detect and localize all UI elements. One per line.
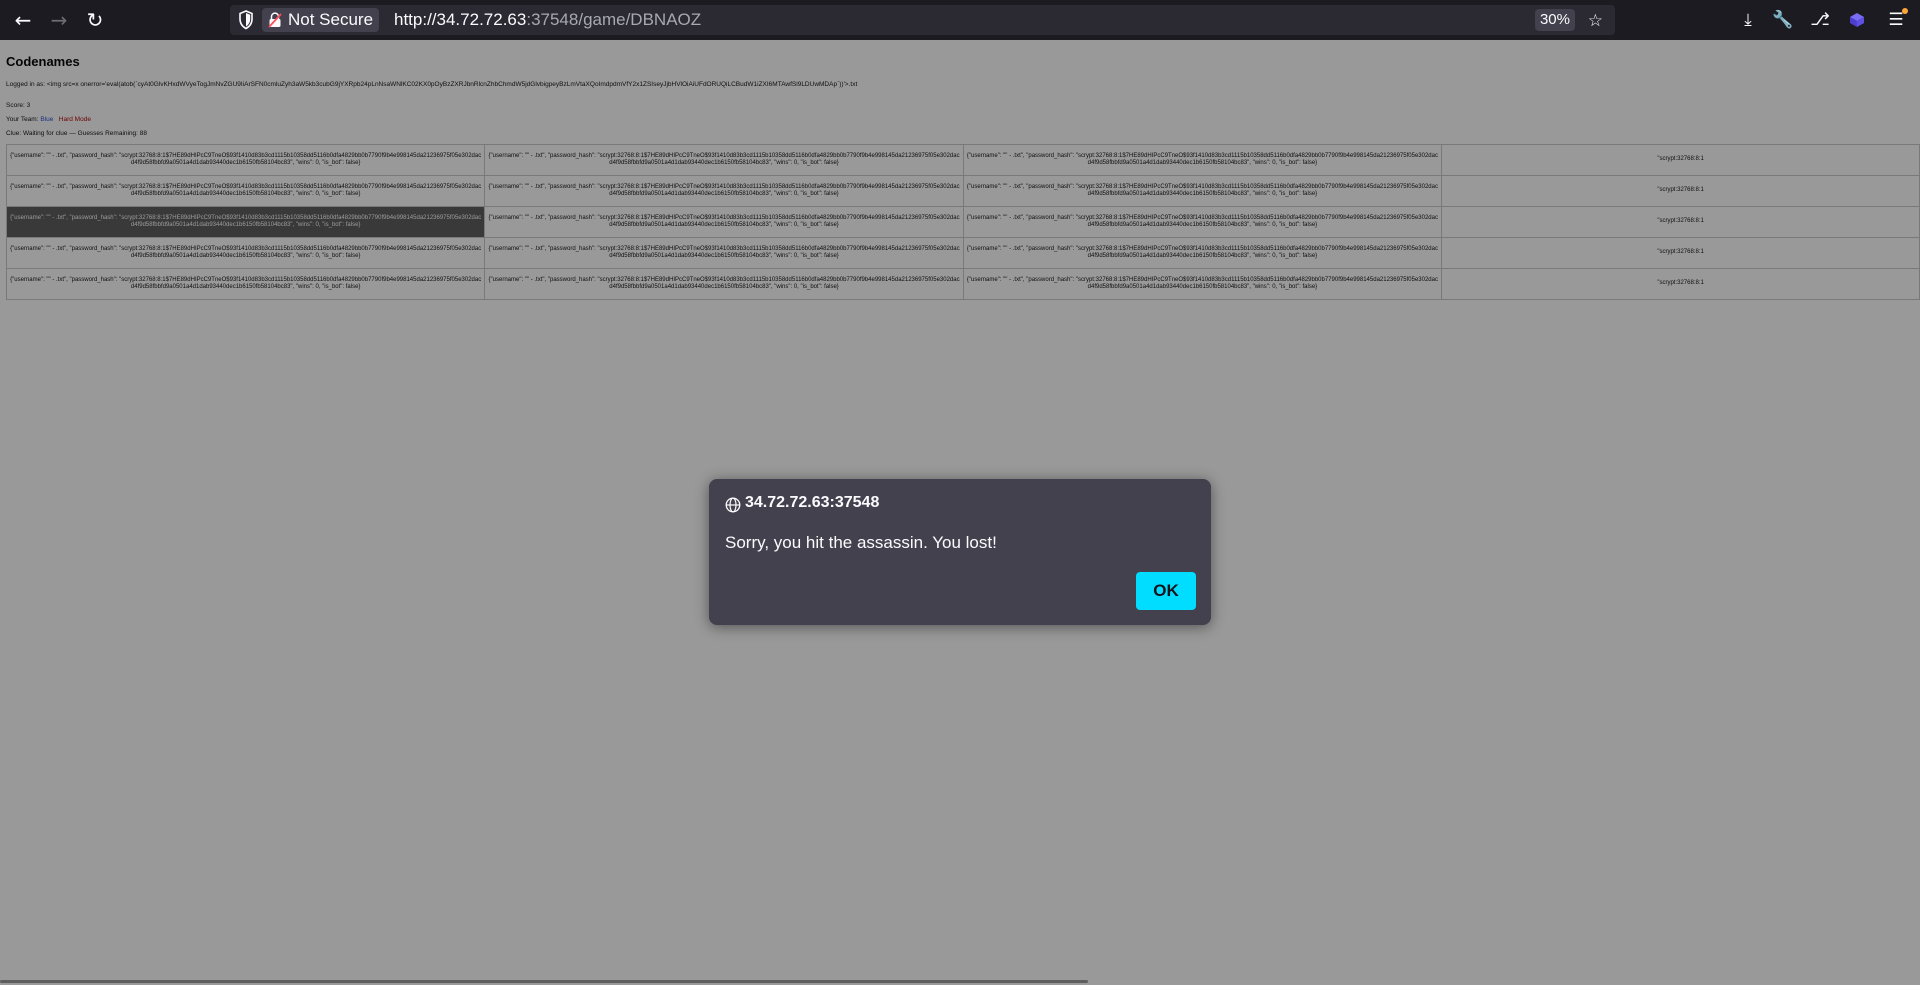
globe-icon	[725, 497, 741, 513]
extensions-icon[interactable]: ⎇	[1808, 8, 1832, 32]
address-bar[interactable]: Not Secure http://34.72.72.63:37548/game…	[230, 5, 1615, 35]
menu-hamburger-icon[interactable]: ☰	[1884, 8, 1908, 32]
zoom-indicator[interactable]: 30%	[1534, 9, 1575, 31]
security-label: Not Secure	[288, 10, 374, 29]
not-secure-badge[interactable]: Not Secure	[262, 8, 380, 32]
dialog-message: Sorry, you hit the assassin. You lost!	[725, 533, 997, 552]
forward-arrow-icon[interactable]: →	[47, 8, 71, 32]
reload-icon[interactable]: ↻	[83, 8, 107, 32]
shield-icon[interactable]	[238, 10, 254, 30]
url-path: :37548/game/DBNAOZ	[526, 10, 702, 29]
back-arrow-icon[interactable]: ←	[11, 8, 35, 32]
alert-dialog: 34.72.72.63:37548 Sorry, you hit the ass…	[709, 479, 1211, 625]
insecure-lock-icon	[268, 12, 282, 28]
update-badge	[1902, 8, 1908, 14]
url-text[interactable]: http://34.72.72.63:37548/game/DBNAOZ	[394, 8, 701, 32]
url-host: http://34.72.72.63	[394, 10, 527, 29]
browser-toolbar: ← → ↻ Not Secure http://34.72.72.63:3754…	[0, 0, 1920, 40]
bookmark-star-icon[interactable]: ☆	[1588, 11, 1603, 31]
dialog-origin: 34.72.72.63:37548	[745, 494, 880, 511]
extension-cube-icon[interactable]	[1845, 8, 1869, 32]
wrench-icon[interactable]: 🔧	[1771, 8, 1795, 32]
modal-backdrop: 34.72.72.63:37548 Sorry, you hit the ass…	[0, 40, 1920, 985]
ok-button[interactable]: OK	[1136, 572, 1196, 610]
download-icon[interactable]: ⤓	[1736, 8, 1760, 32]
